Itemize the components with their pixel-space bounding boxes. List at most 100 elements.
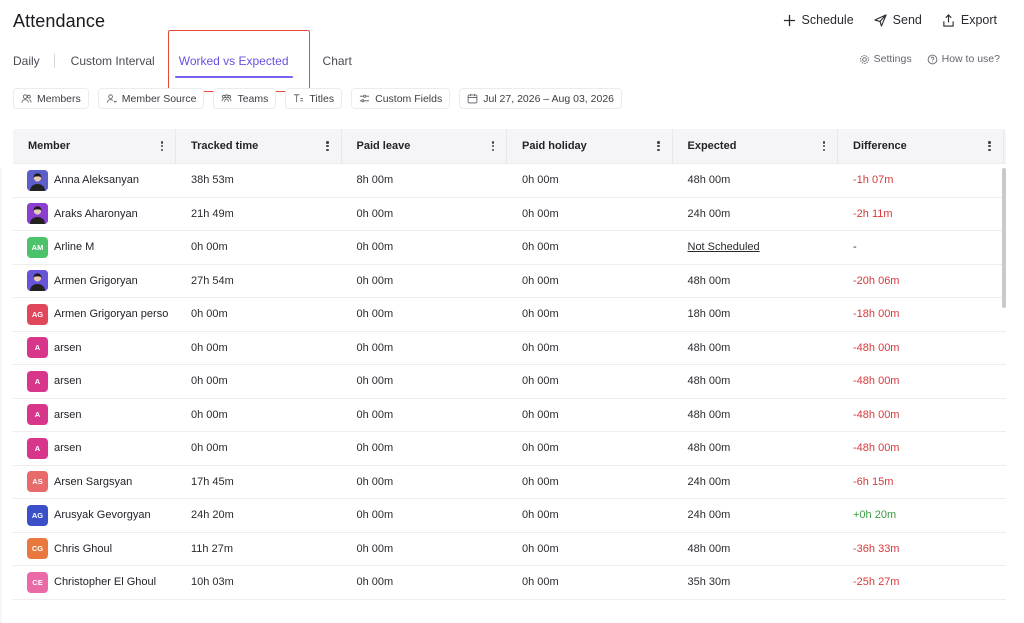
column-header-paid-leave[interactable]: Paid leave [342, 129, 507, 163]
table-row[interactable]: Armen Grigoryan 27h 54m 0h 00m 0h 00m 48h 00… [13, 265, 1006, 298]
column-header-expected[interactable]: Expected [673, 129, 838, 163]
date-range-picker[interactable]: Jul 27, 2026 – Aug 03, 2026 [459, 88, 622, 109]
member-name[interactable]: Araks Aharonyan [54, 208, 138, 220]
table-row[interactable]: Araks Aharonyan 21h 49m 0h 00m 0h 00m 24h 00… [13, 198, 1006, 231]
paid-leave-cell: 0h 00m [356, 542, 394, 555]
avatar: CE [27, 571, 48, 593]
paid-holiday-cell: 0h 00m [522, 174, 559, 187]
member-name[interactable]: Arusyak Gevorgyan [54, 509, 151, 521]
vertical-scrollbar[interactable] [1002, 168, 1006, 308]
table-row[interactable]: CG Chris Ghoul 11h 27m 0h 00m 0h 00m 48h 00m -… [13, 533, 1006, 566]
paid-holiday-cell: 0h 00m [522, 207, 559, 220]
column-menu-icon[interactable] [157, 140, 167, 152]
member-cell: AG Armen Grigoryan perso [13, 303, 176, 325]
tracked-time-cell: 38h 53m [191, 174, 234, 187]
column-header-difference[interactable]: Difference [838, 129, 1004, 163]
table-header: Member Tracked time Paid leave Paid holi… [13, 129, 1006, 164]
member-name[interactable]: arsen [54, 375, 82, 387]
column-header-label: Difference [853, 140, 907, 152]
table-row[interactable]: Aarsen 0h 00m 0h 00m 0h 00m 48h 00m -48h 00m [13, 432, 1006, 466]
custom-fields-filter[interactable]: Custom Fields [351, 88, 451, 109]
gear-icon [859, 54, 869, 64]
paid-leave-cell: 0h 00m [356, 308, 394, 321]
paid-holiday-cell: 0h 00m [522, 274, 559, 287]
tab-daily[interactable]: Daily [13, 44, 40, 78]
table-row[interactable]: CE Christopher El Ghoul 10h 03m 0h 00m 0h 00… [13, 566, 1006, 600]
paid-leave-cell: 0h 00m [356, 207, 394, 220]
table-body: Anna Aleksanyan 38h 53m 8h 00m 0h 00m 48h 00… [13, 164, 1006, 600]
column-menu-icon[interactable] [985, 140, 995, 152]
member-name[interactable]: Christopher El Ghoul [54, 576, 156, 588]
expected-cell[interactable]: Not Scheduled [673, 241, 839, 253]
table-row[interactable]: Anna Aleksanyan 38h 53m 8h 00m 0h 00m 48h 00… [13, 164, 1006, 198]
table-row[interactable]: AS Arsen Sargsyan 17h 45m 0h 00m 0h 00m 24h 0… [13, 466, 1006, 499]
member-name[interactable]: Armen Grigoryan [54, 275, 138, 287]
difference-cell: +0h 20m [853, 509, 897, 522]
settings-link[interactable]: Settings [859, 53, 912, 65]
members-filter[interactable]: Members [13, 88, 89, 109]
export-label: Export [960, 13, 997, 27]
teams-filter[interactable]: Teams [213, 88, 277, 109]
view-tabs: Daily Custom Interval Worked vs Expected… [13, 44, 352, 78]
expected-cell: 35h 30m [687, 576, 731, 589]
difference-cell: -6h 15m [853, 475, 894, 488]
member-cell: Aarsen [13, 337, 176, 359]
sliders-icon [360, 94, 370, 103]
paid-holiday-cell: 0h 00m [522, 442, 559, 455]
expected-cell: 24h 00m [687, 509, 731, 522]
member-name[interactable]: Anna Aleksanyan [54, 174, 139, 186]
member-name[interactable]: arsen [54, 409, 82, 421]
paid-holiday-cell: 0h 00m [522, 542, 559, 555]
member-cell: Aarsen [13, 437, 176, 459]
column-header-tracked-time[interactable]: Tracked time [176, 129, 342, 163]
member-source-filter[interactable]: Member Source [97, 88, 205, 109]
member-name[interactable]: Arline M [54, 241, 94, 253]
person-photo-icon [27, 270, 48, 292]
paid-leave-cell: 0h 00m [356, 375, 394, 388]
tab-worked-vs-expected[interactable]: Worked vs Expected [173, 44, 295, 78]
member-cell: Aarsen [13, 370, 176, 392]
plus-icon [783, 14, 795, 26]
paid-leave-cell: 0h 00m [356, 576, 394, 589]
expected-cell: 48h 00m [687, 375, 731, 388]
table-row[interactable]: Aarsen 0h 00m 0h 00m 0h 00m 48h 00m -48h 00m [13, 332, 1006, 365]
expected-cell: 48h 00m [687, 174, 731, 187]
column-header-member[interactable]: Member [13, 129, 176, 163]
member-cell: AM Arline M [13, 236, 176, 258]
paid-holiday-cell: 0h 00m [522, 509, 559, 522]
column-header-paid-holiday[interactable]: Paid holiday [507, 129, 673, 163]
paid-leave-cell: 0h 00m [356, 509, 394, 522]
table-row[interactable]: Aarsen 0h 00m 0h 00m 0h 00m 48h 00m -48h 00m [13, 365, 1006, 399]
expected-cell: 24h 00m [687, 475, 731, 488]
table-row[interactable]: AM Arline M 0h 00m 0h 00m 0h 00m Not Schedule… [13, 231, 1006, 265]
table-row[interactable]: AG Arusyak Gevorgyan 24h 20m 0h 00m 0h 00m 24… [13, 499, 1006, 533]
schedule-button[interactable]: Schedule [783, 13, 854, 27]
tab-chart[interactable]: Chart [323, 44, 352, 78]
tracked-time-cell: 0h 00m [191, 408, 228, 421]
tab-custom-interval[interactable]: Custom Interval [71, 44, 155, 78]
column-menu-icon[interactable] [654, 140, 664, 152]
help-bubble-icon [927, 54, 937, 64]
export-button[interactable]: Export [942, 13, 997, 27]
avatar: AG [27, 303, 48, 325]
column-menu-icon[interactable] [323, 140, 333, 152]
titles-filter[interactable]: Titles [285, 88, 343, 109]
member-name[interactable]: Chris Ghoul [54, 543, 112, 555]
table-row[interactable]: Aarsen 0h 00m 0h 00m 0h 00m 48h 00m -48h 00m [13, 399, 1006, 432]
column-header-label: Paid holiday [522, 140, 587, 152]
column-menu-icon[interactable] [819, 140, 829, 152]
column-menu-icon[interactable] [488, 140, 498, 152]
avatar: AS [27, 471, 48, 493]
member-name[interactable]: Arsen Sargsyan [54, 476, 132, 488]
member-name[interactable]: Armen Grigoryan perso [54, 308, 168, 320]
send-button[interactable]: Send [874, 13, 922, 27]
calendar-icon [467, 93, 478, 104]
schedule-label: Schedule [801, 13, 854, 27]
column-header-label: Expected [687, 140, 737, 152]
tracked-time-cell: 0h 00m [191, 241, 228, 254]
member-name[interactable]: arsen [54, 342, 82, 354]
table-row[interactable]: AG Armen Grigoryan perso 0h 00m 0h 00m 0h 00… [13, 298, 1006, 332]
how-to-use-link[interactable]: How to use? [927, 53, 1000, 65]
member-name[interactable]: arsen [54, 442, 82, 454]
expected-cell: 24h 00m [687, 207, 731, 220]
